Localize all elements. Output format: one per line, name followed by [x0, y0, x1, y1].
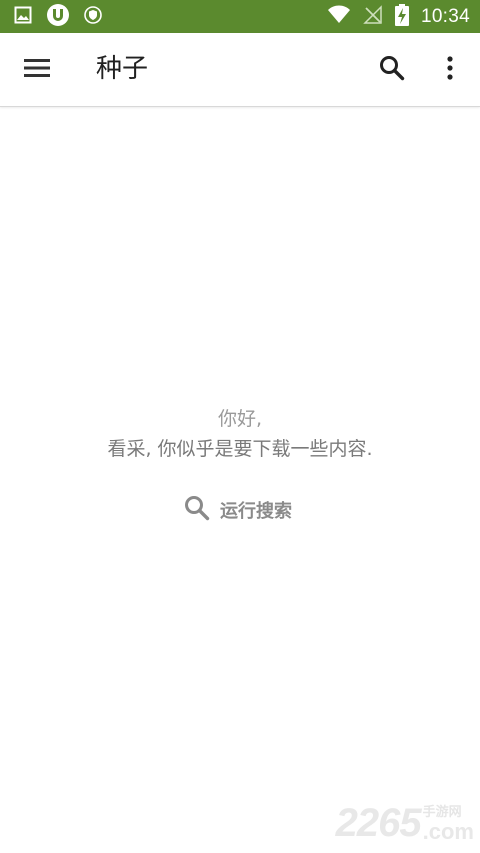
- toolbar-search-button[interactable]: [374, 52, 410, 88]
- watermark-digits: 2265: [335, 801, 422, 845]
- hamburger-menu-icon: [24, 58, 50, 82]
- empty-greeting: 你好,: [217, 408, 263, 430]
- image-icon: [14, 6, 32, 28]
- wifi-icon: [327, 5, 351, 29]
- hamburger-menu-button[interactable]: [18, 52, 56, 88]
- watermark-com: .com: [422, 819, 474, 844]
- battery-charging-icon: [394, 3, 409, 30]
- status-bar: 10:34: [0, 0, 480, 33]
- page-title: 种子: [96, 54, 149, 84]
- status-right-icons: 10:34: [327, 0, 470, 33]
- more-vert-icon: [446, 56, 454, 84]
- search-icon: [184, 495, 210, 525]
- utorrent-icon: [46, 3, 70, 31]
- status-left-icons: [14, 0, 102, 33]
- app-toolbar: 种子: [0, 33, 480, 107]
- search-icon: [379, 55, 405, 85]
- overflow-menu-button[interactable]: [434, 52, 466, 88]
- run-search-label: 运行搜索: [220, 501, 292, 522]
- status-time: 10:34: [420, 5, 470, 27]
- empty-message: 看采, 你似乎是要下载一些内容.: [107, 438, 373, 460]
- empty-state: 你好, 看采, 你似乎是要下载一些内容.: [0, 404, 480, 464]
- no-signal-icon: [363, 4, 383, 29]
- watermark-side: 手游网 .com: [423, 805, 474, 843]
- shield-icon: [84, 5, 102, 28]
- site-watermark: 2265 手游网 .com: [336, 803, 474, 843]
- run-search-button[interactable]: 运行搜索: [184, 494, 292, 526]
